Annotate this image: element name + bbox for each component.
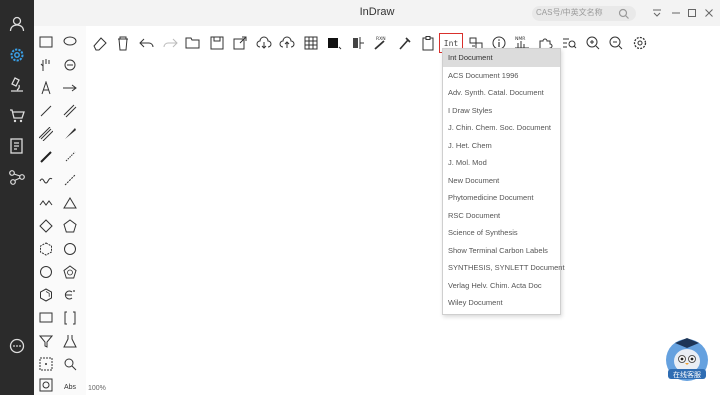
open-folder-icon[interactable] [183,33,203,53]
triangle-ring-tool[interactable] [59,194,81,212]
cyclo-ring-tool[interactable] [35,263,57,281]
dropdown-item[interactable]: New Document [443,172,560,190]
dropdown-item[interactable]: J. Het. Chem [443,137,560,155]
pentagon-ring-tool[interactable] [59,217,81,235]
bold-bond-tool[interactable] [35,148,57,166]
eraser-icon[interactable] [90,33,110,53]
flask-tool[interactable] [59,332,81,350]
chat-icon[interactable] [5,334,29,358]
electron-tool[interactable] [59,286,81,304]
undo-icon[interactable] [137,33,157,53]
dropdown-item[interactable]: SYNTHESIS, SYNLETT Document [443,259,565,277]
double-bond-tool[interactable] [59,102,81,120]
benzene-ring-tool[interactable] [59,263,81,281]
share-icon[interactable] [5,165,29,189]
search-structure-tool[interactable] [59,355,81,373]
clipboard-icon[interactable] [418,33,438,53]
dropdown-item[interactable]: Science of Synthesis [443,224,560,242]
microscope-icon[interactable] [5,73,29,97]
funnel-tool[interactable] [35,332,57,350]
dropdown-item[interactable]: J. Mol. Mod [443,154,560,172]
minimize-button[interactable] [670,7,682,19]
dropdown-item[interactable]: Phytomedicine Document [443,189,560,207]
color-picker-icon[interactable] [324,33,344,53]
gear-icon[interactable] [5,43,29,67]
save-icon[interactable] [207,33,227,53]
lasso-tool[interactable] [59,33,81,51]
dropdown-item[interactable]: ACS Document 1996 [443,67,560,85]
align-icon[interactable] [348,33,368,53]
wedge-bond-tool[interactable] [59,125,81,143]
watermark-text: 在线客服 [673,370,701,379]
settings-gear-icon[interactable] [630,33,650,53]
dice-tool[interactable] [35,355,57,373]
hash-bond-tool[interactable] [59,148,81,166]
maximize-button[interactable] [686,7,698,19]
abs-tool[interactable]: Abs [59,378,81,396]
style-dropdown-menu: Int Document ACS Document 1996 Adv. Synt… [442,48,565,315]
circle-ring-tool[interactable] [59,240,81,258]
frame-tool[interactable] [35,309,57,327]
dropdown-item[interactable]: RSC Document [443,207,560,225]
text-tool[interactable] [35,79,57,97]
clean-brush-icon[interactable] [395,33,415,53]
watermark-logo: 在线客服 [664,333,710,383]
square-ring-tool[interactable] [35,217,57,235]
dashed-bond-tool[interactable] [59,171,81,189]
dropdown-item[interactable]: J. Chin. Chem. Soc. Document [443,119,560,137]
triple-bond-tool[interactable] [35,125,57,143]
hexagon-aromatic-tool[interactable] [35,286,57,304]
wavy-bond-tool[interactable] [35,171,57,189]
template-tool[interactable] [35,376,57,394]
reaction-rxn-icon[interactable]: RXN [371,33,391,53]
grid-icon[interactable] [301,33,321,53]
cart-icon[interactable] [5,104,29,128]
hand-tool[interactable] [35,56,57,74]
dropdown-item[interactable]: Int Document [443,49,560,67]
single-bond-tool[interactable] [35,102,57,120]
cloud-download-icon[interactable] [254,33,274,53]
dropdown-item[interactable]: I Draw Styles [443,102,560,120]
bracket-tool[interactable] [59,309,81,327]
export-icon[interactable] [230,33,250,53]
sidebar [0,0,34,395]
redo-icon[interactable] [160,33,180,53]
zoom-out-icon[interactable] [606,33,626,53]
nmr-label: NMR [515,36,525,42]
rotate-tool[interactable] [59,56,81,74]
document-edit-icon[interactable] [5,134,29,158]
close-button[interactable] [703,7,715,19]
user-icon[interactable] [5,12,29,36]
hexagon-ring-tool[interactable] [35,240,57,258]
cloud-upload-icon[interactable] [277,33,297,53]
chain-tool[interactable] [35,194,57,212]
dropdown-item[interactable]: Verlag Helv. Chim. Acta Doc [443,277,560,295]
arrow-tool[interactable] [59,79,81,97]
trash-icon[interactable] [113,33,133,53]
zoom-in-icon[interactable] [583,33,603,53]
drawing-canvas[interactable] [86,58,720,395]
dropdown-item[interactable]: Wiley Document [443,294,560,312]
dropdown-item[interactable]: Show Terminal Carbon Labels [443,242,560,260]
collapse-icon[interactable] [651,7,663,19]
rect-select-tool[interactable] [35,33,57,51]
zoom-level: 100% [88,385,106,392]
search-input[interactable]: CAS号/中英文名称 [536,7,603,18]
dropdown-item[interactable]: Adv. Synth. Catal. Document [443,84,560,102]
search-icon[interactable] [618,7,630,19]
rxn-label: RXN [376,36,386,42]
search-list-icon[interactable] [559,33,579,53]
